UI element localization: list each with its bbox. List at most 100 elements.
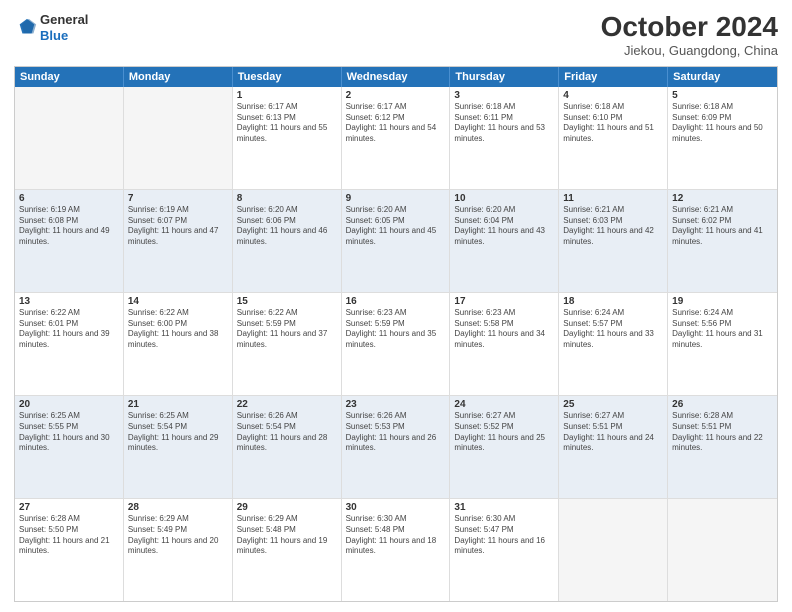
logo-general: General xyxy=(40,12,88,27)
cell-day-number: 30 xyxy=(346,502,446,513)
cell-day-number: 18 xyxy=(563,296,663,307)
cell-day-number: 25 xyxy=(563,399,663,410)
cell-day-number: 13 xyxy=(19,296,119,307)
cell-info: Sunrise: 6:24 AMSunset: 5:56 PMDaylight:… xyxy=(672,308,773,351)
calendar-header-cell: Saturday xyxy=(668,67,777,87)
cell-day-number: 24 xyxy=(454,399,554,410)
cell-day-number: 23 xyxy=(346,399,446,410)
cell-info: Sunrise: 6:26 AMSunset: 5:53 PMDaylight:… xyxy=(346,411,446,454)
cell-info: Sunrise: 6:17 AMSunset: 6:13 PMDaylight:… xyxy=(237,102,337,145)
cell-day-number: 8 xyxy=(237,193,337,204)
calendar-cell: 8Sunrise: 6:20 AMSunset: 6:06 PMDaylight… xyxy=(233,190,342,292)
cell-info: Sunrise: 6:22 AMSunset: 5:59 PMDaylight:… xyxy=(237,308,337,351)
cell-day-number: 19 xyxy=(672,296,773,307)
cell-day-number: 1 xyxy=(237,90,337,101)
calendar-cell: 20Sunrise: 6:25 AMSunset: 5:55 PMDayligh… xyxy=(15,396,124,498)
cell-day-number: 4 xyxy=(563,90,663,101)
cell-info: Sunrise: 6:28 AMSunset: 5:50 PMDaylight:… xyxy=(19,514,119,557)
title-block: October 2024 Jiekou, Guangdong, China xyxy=(601,12,778,58)
calendar-header-cell: Wednesday xyxy=(342,67,451,87)
calendar-row: 13Sunrise: 6:22 AMSunset: 6:01 PMDayligh… xyxy=(15,292,777,395)
cell-info: Sunrise: 6:19 AMSunset: 6:08 PMDaylight:… xyxy=(19,205,119,248)
calendar-cell: 16Sunrise: 6:23 AMSunset: 5:59 PMDayligh… xyxy=(342,293,451,395)
calendar-row: 1Sunrise: 6:17 AMSunset: 6:13 PMDaylight… xyxy=(15,87,777,189)
cell-info: Sunrise: 6:29 AMSunset: 5:49 PMDaylight:… xyxy=(128,514,228,557)
cell-day-number: 31 xyxy=(454,502,554,513)
cell-info: Sunrise: 6:18 AMSunset: 6:10 PMDaylight:… xyxy=(563,102,663,145)
calendar-cell: 11Sunrise: 6:21 AMSunset: 6:03 PMDayligh… xyxy=(559,190,668,292)
cell-info: Sunrise: 6:25 AMSunset: 5:54 PMDaylight:… xyxy=(128,411,228,454)
month-title: October 2024 xyxy=(601,12,778,43)
cell-info: Sunrise: 6:19 AMSunset: 6:07 PMDaylight:… xyxy=(128,205,228,248)
calendar-cell: 25Sunrise: 6:27 AMSunset: 5:51 PMDayligh… xyxy=(559,396,668,498)
calendar-header-cell: Tuesday xyxy=(233,67,342,87)
calendar-cell-empty xyxy=(559,499,668,601)
logo: General Blue xyxy=(14,12,88,43)
calendar-header-cell: Sunday xyxy=(15,67,124,87)
cell-day-number: 22 xyxy=(237,399,337,410)
calendar-header-cell: Thursday xyxy=(450,67,559,87)
cell-day-number: 6 xyxy=(19,193,119,204)
cell-info: Sunrise: 6:20 AMSunset: 6:06 PMDaylight:… xyxy=(237,205,337,248)
cell-info: Sunrise: 6:21 AMSunset: 6:02 PMDaylight:… xyxy=(672,205,773,248)
cell-info: Sunrise: 6:18 AMSunset: 6:09 PMDaylight:… xyxy=(672,102,773,145)
calendar-cell-empty xyxy=(124,87,233,189)
calendar-cell: 9Sunrise: 6:20 AMSunset: 6:05 PMDaylight… xyxy=(342,190,451,292)
calendar: SundayMondayTuesdayWednesdayThursdayFrid… xyxy=(14,66,778,602)
calendar-cell: 24Sunrise: 6:27 AMSunset: 5:52 PMDayligh… xyxy=(450,396,559,498)
calendar-cell: 28Sunrise: 6:29 AMSunset: 5:49 PMDayligh… xyxy=(124,499,233,601)
cell-day-number: 3 xyxy=(454,90,554,101)
cell-info: Sunrise: 6:17 AMSunset: 6:12 PMDaylight:… xyxy=(346,102,446,145)
calendar-row: 27Sunrise: 6:28 AMSunset: 5:50 PMDayligh… xyxy=(15,498,777,601)
calendar-cell: 5Sunrise: 6:18 AMSunset: 6:09 PMDaylight… xyxy=(668,87,777,189)
cell-info: Sunrise: 6:29 AMSunset: 5:48 PMDaylight:… xyxy=(237,514,337,557)
calendar-cell: 7Sunrise: 6:19 AMSunset: 6:07 PMDaylight… xyxy=(124,190,233,292)
cell-info: Sunrise: 6:27 AMSunset: 5:51 PMDaylight:… xyxy=(563,411,663,454)
calendar-cell: 2Sunrise: 6:17 AMSunset: 6:12 PMDaylight… xyxy=(342,87,451,189)
cell-info: Sunrise: 6:22 AMSunset: 6:00 PMDaylight:… xyxy=(128,308,228,351)
calendar-cell: 1Sunrise: 6:17 AMSunset: 6:13 PMDaylight… xyxy=(233,87,342,189)
cell-day-number: 27 xyxy=(19,502,119,513)
calendar-cell: 31Sunrise: 6:30 AMSunset: 5:47 PMDayligh… xyxy=(450,499,559,601)
cell-day-number: 28 xyxy=(128,502,228,513)
cell-day-number: 11 xyxy=(563,193,663,204)
calendar-cell: 27Sunrise: 6:28 AMSunset: 5:50 PMDayligh… xyxy=(15,499,124,601)
calendar-header-cell: Monday xyxy=(124,67,233,87)
calendar-cell: 22Sunrise: 6:26 AMSunset: 5:54 PMDayligh… xyxy=(233,396,342,498)
calendar-cell: 26Sunrise: 6:28 AMSunset: 5:51 PMDayligh… xyxy=(668,396,777,498)
calendar-cell: 17Sunrise: 6:23 AMSunset: 5:58 PMDayligh… xyxy=(450,293,559,395)
page: General Blue October 2024 Jiekou, Guangd… xyxy=(0,0,792,612)
calendar-cell: 30Sunrise: 6:30 AMSunset: 5:48 PMDayligh… xyxy=(342,499,451,601)
calendar-cell: 6Sunrise: 6:19 AMSunset: 6:08 PMDaylight… xyxy=(15,190,124,292)
cell-day-number: 2 xyxy=(346,90,446,101)
cell-info: Sunrise: 6:20 AMSunset: 6:05 PMDaylight:… xyxy=(346,205,446,248)
cell-info: Sunrise: 6:20 AMSunset: 6:04 PMDaylight:… xyxy=(454,205,554,248)
cell-day-number: 7 xyxy=(128,193,228,204)
calendar-cell: 18Sunrise: 6:24 AMSunset: 5:57 PMDayligh… xyxy=(559,293,668,395)
cell-day-number: 15 xyxy=(237,296,337,307)
calendar-row: 6Sunrise: 6:19 AMSunset: 6:08 PMDaylight… xyxy=(15,189,777,292)
cell-info: Sunrise: 6:22 AMSunset: 6:01 PMDaylight:… xyxy=(19,308,119,351)
calendar-cell: 4Sunrise: 6:18 AMSunset: 6:10 PMDaylight… xyxy=(559,87,668,189)
cell-info: Sunrise: 6:30 AMSunset: 5:48 PMDaylight:… xyxy=(346,514,446,557)
cell-day-number: 26 xyxy=(672,399,773,410)
cell-day-number: 16 xyxy=(346,296,446,307)
cell-day-number: 29 xyxy=(237,502,337,513)
location: Jiekou, Guangdong, China xyxy=(601,43,778,58)
calendar-header: SundayMondayTuesdayWednesdayThursdayFrid… xyxy=(15,67,777,87)
calendar-body: 1Sunrise: 6:17 AMSunset: 6:13 PMDaylight… xyxy=(15,87,777,601)
calendar-cell: 10Sunrise: 6:20 AMSunset: 6:04 PMDayligh… xyxy=(450,190,559,292)
calendar-row: 20Sunrise: 6:25 AMSunset: 5:55 PMDayligh… xyxy=(15,395,777,498)
calendar-header-cell: Friday xyxy=(559,67,668,87)
cell-info: Sunrise: 6:30 AMSunset: 5:47 PMDaylight:… xyxy=(454,514,554,557)
header: General Blue October 2024 Jiekou, Guangd… xyxy=(14,12,778,58)
cell-info: Sunrise: 6:25 AMSunset: 5:55 PMDaylight:… xyxy=(19,411,119,454)
cell-day-number: 5 xyxy=(672,90,773,101)
cell-info: Sunrise: 6:21 AMSunset: 6:03 PMDaylight:… xyxy=(563,205,663,248)
calendar-cell-empty xyxy=(668,499,777,601)
logo-icon xyxy=(16,17,38,39)
calendar-cell: 14Sunrise: 6:22 AMSunset: 6:00 PMDayligh… xyxy=(124,293,233,395)
cell-info: Sunrise: 6:23 AMSunset: 5:59 PMDaylight:… xyxy=(346,308,446,351)
cell-day-number: 12 xyxy=(672,193,773,204)
calendar-cell: 29Sunrise: 6:29 AMSunset: 5:48 PMDayligh… xyxy=(233,499,342,601)
